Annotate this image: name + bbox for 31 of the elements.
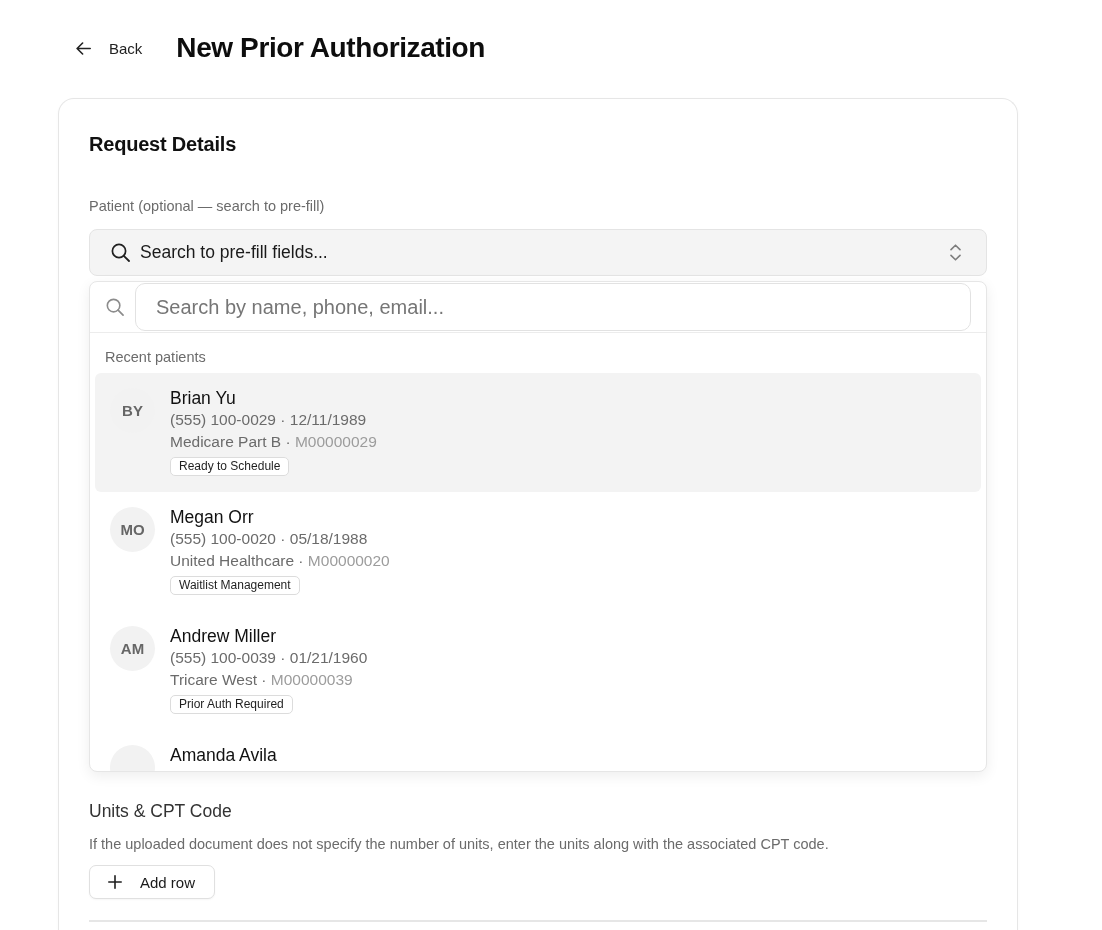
arrow-left-icon [76,41,91,55]
patient-contact: (555) 100-0039 · 01/21/1960 [170,648,368,668]
field-label: Patient (optional — search to pre-fill) [89,197,326,215]
status-tag: Waitlist Management [170,576,300,595]
avatar: AM [110,626,155,671]
patient-contact: (555) 100-0029 · 12/11/1989 [170,410,368,430]
list-heading: Recent patients [104,348,207,366]
patient-contact: (555) 100-0020 · 05/18/1988 [170,529,369,549]
section-title: Request Details [89,132,238,156]
patient-coverage: Medicare Part B · M00000029 [170,432,377,452]
chevron-up-down-icon [950,244,961,261]
patient-row[interactable]: BY Brian Yu (555) 100-0029 · 12/11/1989 Medicare Part B · M00000029 Ready to Schedule [95,373,981,492]
patient-select[interactable]: Search to pre-fill fields... [89,229,987,276]
help-text: If the uploaded document does not specify the number of units, enter the units along with the associated CPT code. [89,835,830,854]
add-row-button[interactable]: Add row [89,865,216,899]
patient-coverage: United Healthcare · M00000020 [170,551,390,571]
patient-name: Megan Orr [170,506,255,528]
subsection-title: Units & CPT Code [89,800,233,822]
status-tag: Prior Auth Required [170,695,293,714]
search-icon [111,243,130,262]
patient-coverage: Tricare West · M00000039 [170,670,354,690]
search-icon [106,298,124,316]
patient-name: Brian Yu [170,387,237,409]
plus-icon [108,875,122,889]
back-button[interactable]: Back [66,33,153,63]
status-tag: Ready to Schedule [170,457,290,476]
search-field[interactable]: Search by name, phone, email... [135,283,971,331]
patient-name: Amanda Avila [170,744,277,766]
page-title: New Prior Authorization [176,31,486,65]
patient-name: Andrew Miller [170,625,277,647]
avatar: MO [110,507,155,552]
